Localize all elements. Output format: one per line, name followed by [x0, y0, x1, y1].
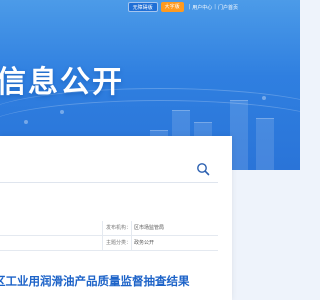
info-value: 区市场监管局 — [134, 225, 165, 231]
page-title: 信息公开 — [0, 65, 124, 100]
search-icon[interactable] — [196, 161, 210, 176]
divider — [131, 221, 132, 236]
search-bar — [0, 153, 218, 183]
divider — [102, 221, 103, 236]
decorative-dot — [24, 120, 28, 124]
portal-home-link[interactable]: 门户首页 — [218, 4, 238, 11]
info-label: 发布机构： — [106, 225, 132, 231]
divider — [102, 236, 103, 251]
article-title: 区工业用润滑油产品质量监督抽查结果 — [0, 274, 190, 288]
info-value: 政务公开 — [134, 240, 155, 246]
content-card: 发布机构： 区市场监管局 主题分类： 政务公开 区工业用润滑油产品质量监督抽查结… — [0, 136, 232, 300]
separator: | — [214, 4, 216, 10]
decorative-dot — [262, 96, 266, 100]
separator: | — [188, 4, 191, 10]
large-font-button[interactable]: 大字版 — [160, 2, 184, 12]
decorative-building — [256, 118, 274, 170]
user-center-link[interactable]: 用户中心 — [192, 4, 212, 11]
top-bar: 无障碍版 大字版 | 用户中心 | 门户首页 — [127, 2, 238, 12]
info-table: 发布机构： 区市场监管局 主题分类： 政务公开 — [0, 221, 218, 251]
info-row: 主题分类： 政务公开 — [0, 236, 218, 251]
decorative-building — [230, 100, 248, 170]
divider — [131, 236, 132, 251]
top-links: | 用户中心 | 门户首页 — [189, 4, 238, 11]
info-row: 发布机构： 区市场监管局 — [0, 221, 218, 236]
accessible-version-button[interactable]: 无障碍版 — [127, 2, 158, 12]
decorative-dot — [60, 110, 64, 114]
info-label: 主题分类： — [106, 240, 132, 246]
search-input[interactable] — [0, 153, 200, 183]
